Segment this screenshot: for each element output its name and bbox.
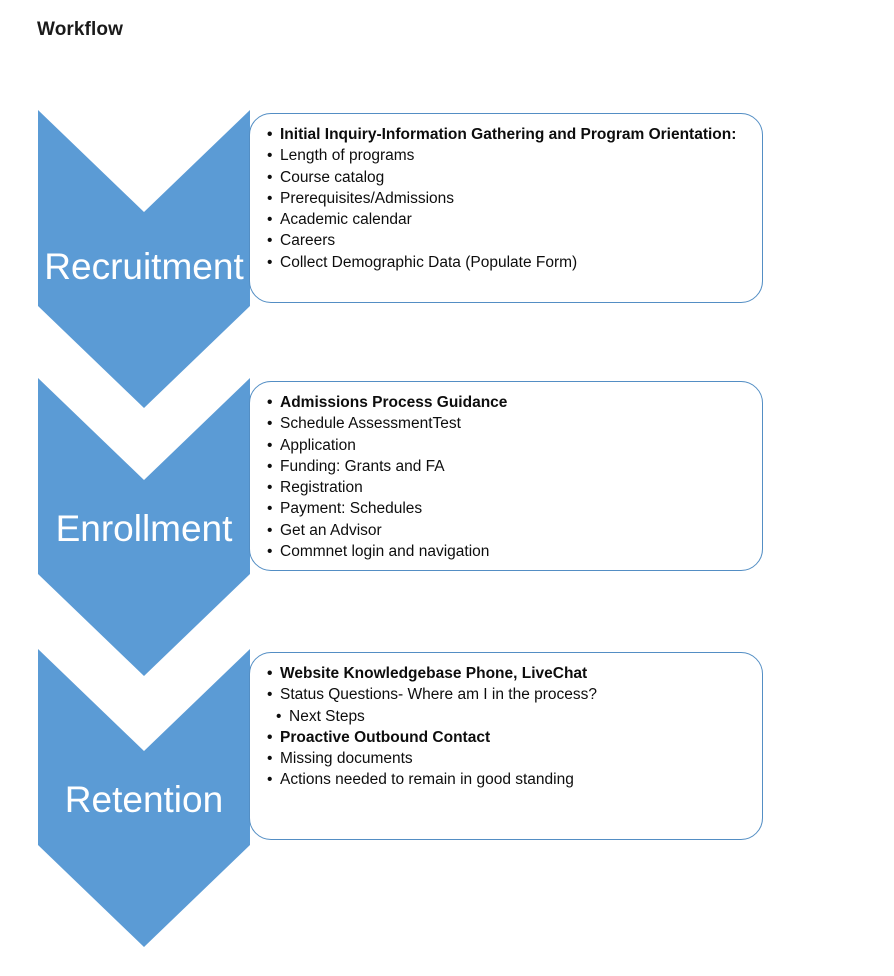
list-item: Application [264, 435, 748, 457]
bullet-list-recruitment: Initial Inquiry-Information Gathering an… [264, 124, 748, 273]
workflow-diagram: Workflow Recruitment Initial Inquiry-Inf… [0, 0, 894, 976]
list-item: Actions needed to remain in good standin… [264, 769, 748, 791]
list-item: Next Steps [264, 706, 748, 728]
list-item: Website Knowledgebase Phone, LiveChat [264, 663, 748, 685]
callout-box-recruitment: Initial Inquiry-Information Gathering an… [249, 113, 763, 303]
list-item: Schedule AssessmentTest [264, 413, 748, 435]
bullet-list-enrollment: Admissions Process Guidance Schedule Ass… [264, 392, 748, 563]
chevron-shape-enrollment: Enrollment [38, 378, 250, 676]
callout-body-enrollment: Admissions Process Guidance Schedule Ass… [250, 382, 762, 572]
callout-body-retention: Website Knowledgebase Phone, LiveChat St… [250, 653, 762, 801]
list-item: Get an Advisor [264, 520, 748, 542]
callout-box-enrollment: Admissions Process Guidance Schedule Ass… [249, 381, 763, 571]
chevron-shape-recruitment: Recruitment [38, 110, 250, 408]
list-item: Status Questions- Where am I in the proc… [264, 684, 748, 706]
list-item: Missing documents [264, 748, 748, 770]
list-item: Proactive Outbound Contact [264, 727, 748, 749]
list-item: Registration [264, 477, 748, 499]
list-item: Payment: Schedules [264, 498, 748, 520]
list-item: Commnet login and navigation [264, 541, 748, 563]
list-item: Course catalog [264, 167, 748, 189]
callout-body-recruitment: Initial Inquiry-Information Gathering an… [250, 114, 762, 283]
list-item: Academic calendar [264, 209, 748, 231]
list-item: Prerequisites/Admissions [264, 188, 748, 210]
callout-box-retention: Website Knowledgebase Phone, LiveChat St… [249, 652, 763, 840]
list-item: Collect Demographic Data (Populate Form) [264, 252, 748, 274]
chevron-shape-retention: Retention [38, 649, 250, 947]
list-item: Funding: Grants and FA [264, 456, 748, 478]
list-item: Careers [264, 230, 748, 252]
bullet-list-retention: Website Knowledgebase Phone, LiveChat St… [264, 663, 748, 791]
list-item: Length of programs [264, 145, 748, 167]
list-item: Admissions Process Guidance [264, 392, 748, 414]
list-item: Initial Inquiry-Information Gathering an… [264, 124, 748, 146]
page-title: Workflow [37, 19, 123, 40]
